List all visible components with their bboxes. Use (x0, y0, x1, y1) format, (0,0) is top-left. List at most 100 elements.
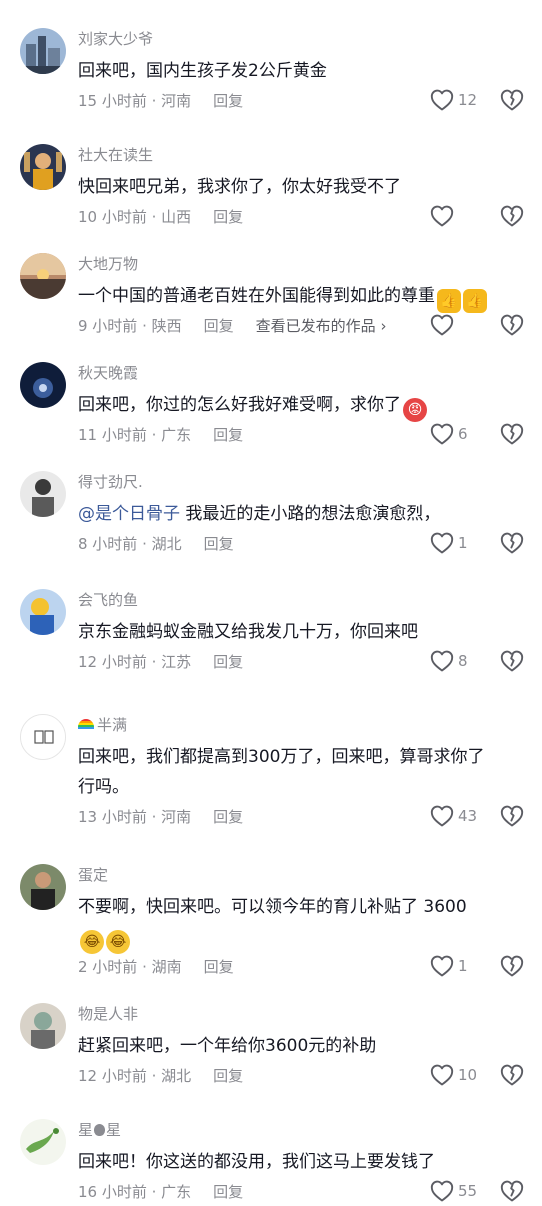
username[interactable]: 秋天晚霞 (78, 362, 138, 384)
heart-outline-icon (430, 205, 454, 227)
avatar[interactable] (20, 864, 66, 910)
like-button[interactable]: 43 (430, 805, 477, 827)
dislike-button[interactable] (500, 1064, 524, 1090)
username[interactable]: 物是人非 (78, 1003, 138, 1025)
like-count: 12 (458, 91, 478, 109)
username[interactable]: 社大在读生 (78, 144, 153, 166)
comment-meta: 10 小时前 · 山西 回复 (78, 206, 243, 228)
comment-meta: 9 小时前 · 陕西 回复 查看已发布的作品 › (78, 315, 386, 337)
chevron-right-icon: › (380, 317, 387, 335)
thumbs-up-emoji: 👍 (463, 289, 487, 313)
avatar[interactable] (20, 1003, 66, 1049)
comment-meta: 12 小时前 · 湖北 回复 (78, 1065, 243, 1087)
comment-meta: 13 小时前 · 河南 回复 (78, 806, 243, 828)
broken-heart-icon (500, 314, 524, 336)
avatar[interactable] (20, 28, 66, 74)
broken-heart-icon (500, 1064, 524, 1086)
like-button[interactable] (430, 205, 454, 227)
dislike-button[interactable] (500, 423, 524, 449)
comment-meta: 11 小时前 · 广东 回复 (78, 424, 243, 446)
like-count: 6 (458, 425, 468, 443)
comment-meta: 8 小时前 · 湖北 回复 (78, 533, 234, 555)
heart-outline-icon (430, 1064, 454, 1086)
reply-button[interactable]: 回复 (213, 653, 243, 671)
dislike-button[interactable] (500, 205, 524, 231)
broken-heart-icon (500, 423, 524, 445)
like-count: 1 (458, 534, 468, 552)
time-location: 16 小时前 · 广东 (78, 1183, 192, 1201)
reply-button[interactable]: 回复 (213, 808, 243, 826)
comment-text: 京东金融蚂蚁金融又给我发几十万，你回来吧 (78, 622, 418, 642)
username[interactable]: 会飞的鱼 (78, 589, 138, 611)
dislike-button[interactable] (500, 955, 524, 981)
reply-button[interactable]: 回复 (204, 317, 234, 335)
like-button[interactable]: 8 (430, 650, 468, 672)
avatar[interactable] (20, 714, 66, 760)
comment-text: 快回来吧兄弟，我求你了，你太好我受不了 (78, 177, 401, 197)
avatar[interactable] (20, 471, 66, 517)
heart-outline-icon (430, 532, 454, 554)
tears-of-joy-emoji: 😂 (80, 930, 104, 954)
time-location: 12 小时前 · 江苏 (78, 653, 192, 671)
username[interactable]: 刘家大少爷 (78, 28, 153, 50)
like-count: 1 (458, 957, 468, 975)
reply-button[interactable]: 回复 (204, 958, 234, 976)
like-button[interactable]: 10 (430, 1064, 477, 1086)
heart-outline-icon (430, 423, 454, 445)
comment-text: 回来吧！你这送的都没用，我们这马上要发钱了 (78, 1152, 435, 1172)
comment-meta: 15 小时前 · 河南 回复 (78, 90, 243, 112)
time-location: 10 小时前 · 山西 (78, 208, 192, 226)
avatar[interactable] (20, 144, 66, 190)
comment-text: 回来吧，你过的怎么好我好难受啊，求你了 😡 (78, 390, 518, 422)
view-works-link[interactable]: 查看已发布的作品 › (256, 317, 387, 335)
avatar[interactable] (20, 1119, 66, 1165)
broken-heart-icon (500, 955, 524, 977)
like-button[interactable]: 55 (430, 1180, 477, 1202)
comment-text: 一个中国的普通老百姓在外国能得到如此的尊重 👍 👍 (78, 281, 518, 313)
comment-text: 不要啊，快回来吧。可以领今年的育儿补贴了 3600 😂 😂 (78, 892, 518, 954)
broken-heart-icon (500, 1180, 524, 1202)
reply-button[interactable]: 回复 (204, 535, 234, 553)
heart-outline-icon (430, 650, 454, 672)
reply-button[interactable]: 回复 (213, 208, 243, 226)
heart-outline-icon (430, 955, 454, 977)
reply-button[interactable]: 回复 (213, 1183, 243, 1201)
dislike-button[interactable] (500, 532, 524, 558)
dislike-button[interactable] (500, 314, 524, 340)
broken-heart-icon (500, 205, 524, 227)
time-location: 11 小时前 · 广东 (78, 426, 192, 444)
apple-logo (94, 1124, 106, 1136)
broken-heart-icon (500, 89, 524, 111)
broken-heart-icon (500, 650, 524, 672)
mention-link[interactable]: @是个日骨子 (78, 504, 180, 524)
comment-text: @是个日骨子 我最近的走小路的想法愈演愈烈， (78, 504, 441, 524)
dislike-button[interactable] (500, 805, 524, 831)
reply-button[interactable]: 回复 (213, 92, 243, 110)
username[interactable]: 大地万物 (78, 253, 138, 275)
like-button[interactable]: 12 (430, 89, 477, 111)
reply-button[interactable]: 回复 (213, 426, 243, 444)
comment-meta: 2 小时前 · 湖南 回复 (78, 956, 234, 978)
avatar[interactable] (20, 362, 66, 408)
rainbow-emoji (78, 719, 94, 729)
dislike-button[interactable] (500, 650, 524, 676)
time-location: 13 小时前 · 河南 (78, 808, 192, 826)
tears-of-joy-emoji: 😂 (106, 930, 130, 954)
reply-button[interactable]: 回复 (213, 1067, 243, 1085)
username[interactable]: 半满 (78, 714, 127, 736)
avatar[interactable] (20, 589, 66, 635)
comment-text: 回来吧，国内生孩子发2公斤黄金 (78, 61, 327, 81)
username[interactable]: 蛋定 (78, 864, 108, 886)
username[interactable]: 得寸劲尺. (78, 471, 143, 493)
like-button[interactable] (430, 314, 454, 336)
avatar[interactable] (20, 253, 66, 299)
dislike-button[interactable] (500, 89, 524, 115)
like-button[interactable]: 6 (430, 423, 468, 445)
like-count: 43 (458, 807, 478, 825)
dislike-button[interactable] (500, 1180, 524, 1206)
like-button[interactable]: 1 (430, 532, 468, 554)
time-location: 2 小时前 · 湖南 (78, 958, 182, 976)
heart-outline-icon (430, 314, 454, 336)
like-button[interactable]: 1 (430, 955, 468, 977)
username[interactable]: 星星 (78, 1119, 121, 1141)
